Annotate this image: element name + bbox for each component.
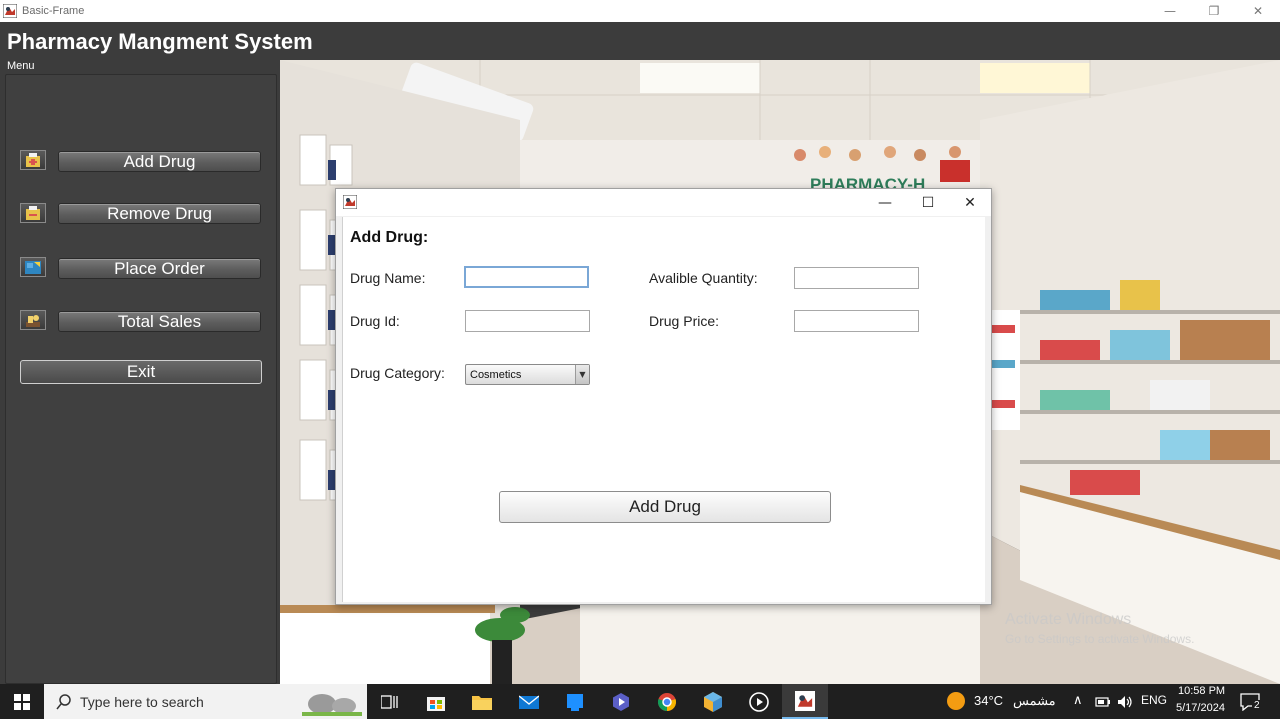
cube-icon xyxy=(704,691,722,712)
menu-label: Menu xyxy=(7,60,35,72)
java-app-icon xyxy=(795,690,815,711)
drug-category-value: Cosmetics xyxy=(470,368,522,381)
app-header: Pharmacy Mangment System xyxy=(0,22,1280,60)
notification-count-badge: 2 xyxy=(1252,700,1262,711)
remove-drug-icon[interactable] xyxy=(20,203,46,223)
microsoft-store-button[interactable] xyxy=(413,684,459,719)
dialog-close-button[interactable]: ✕ xyxy=(948,189,992,216)
drug-price-label: Drug Price: xyxy=(649,313,720,329)
dialog-heading: Add Drug: xyxy=(350,229,429,246)
drug-id-label: Drug Id: xyxy=(350,313,400,329)
place-order-icon[interactable] xyxy=(20,257,46,277)
windows-start-button[interactable] xyxy=(0,684,44,719)
battery-icon[interactable] xyxy=(1095,695,1111,709)
minimize-button[interactable]: — xyxy=(1148,0,1192,22)
language-indicator[interactable]: ENG xyxy=(1141,693,1167,707)
dialog-minimize-button[interactable]: — xyxy=(863,189,907,216)
chevron-down-icon[interactable]: ▼ xyxy=(575,365,589,384)
add-drug-submit-button[interactable]: Add Drug xyxy=(499,491,831,523)
drug-category-label: Drug Category: xyxy=(350,365,445,381)
play-hexagon-icon xyxy=(613,692,629,711)
java-app-icon xyxy=(343,195,357,209)
drug-name-label: Drug Name: xyxy=(350,270,426,286)
file-explorer-button[interactable] xyxy=(459,684,505,719)
app-title: Pharmacy Mangment System xyxy=(7,29,313,54)
task-view-icon xyxy=(381,694,398,709)
search-icon xyxy=(56,693,71,709)
media-player-button[interactable] xyxy=(736,684,782,719)
chrome-button[interactable] xyxy=(644,684,690,719)
available-quantity-label: Avalible Quantity: xyxy=(649,270,758,286)
sidebar-menu: Add Drug Remove Drug Place Order Total S… xyxy=(5,74,277,684)
sidebar-add-drug-button[interactable]: Add Drug xyxy=(58,151,261,172)
task-view-button[interactable] xyxy=(367,684,413,719)
windows-logo-icon xyxy=(14,693,30,710)
weather-condition[interactable]: مشمس xyxy=(1013,693,1056,709)
3d-app-button[interactable] xyxy=(690,684,736,719)
chevron-up-icon[interactable]: ∧ xyxy=(1073,692,1083,708)
sidebar-total-sales-button[interactable]: Total Sales xyxy=(58,311,261,332)
taskbar: Type here to search 34°C مشمس ∧ ENG 10:5… xyxy=(0,684,1280,719)
sun-weather-icon xyxy=(947,692,965,710)
sidebar-place-order-button[interactable]: Place Order xyxy=(58,258,261,279)
exit-button[interactable]: Exit xyxy=(20,360,262,384)
mail-button[interactable] xyxy=(506,684,552,719)
restore-button[interactable]: ❐ xyxy=(1192,0,1236,22)
elephants-search-highlight-icon xyxy=(302,694,362,716)
java-app-taskbar-button[interactable] xyxy=(782,684,828,719)
mail-icon xyxy=(519,694,539,709)
play-circle-icon xyxy=(749,691,769,712)
clock-date[interactable]: 5/17/2024 xyxy=(1176,702,1225,714)
add-drug-dialog: — ☐ ✕ Add Drug: Drug Name: Avalible Quan… xyxy=(335,188,992,605)
drug-id-field[interactable] xyxy=(465,310,590,332)
blue-app-icon xyxy=(567,693,583,711)
drug-category-dropdown[interactable]: Cosmetics ▼ xyxy=(465,364,590,385)
dialog-body: Add Drug: Drug Name: Avalible Quantity: … xyxy=(342,217,985,602)
taskbar-search-box[interactable]: Type here to search xyxy=(44,684,367,719)
add-drug-icon[interactable] xyxy=(20,150,46,170)
watermark-line-1: Activate Windows xyxy=(1005,611,1132,628)
media-app-button[interactable] xyxy=(598,684,644,719)
weather-temperature[interactable]: 34°C xyxy=(974,693,1003,708)
watermark-line-2: Go to Settings to activate Windows. xyxy=(1005,632,1195,646)
folder-icon xyxy=(472,695,492,710)
clock-time[interactable]: 10:58 PM xyxy=(1178,685,1225,697)
sidebar-remove-drug-button[interactable]: Remove Drug xyxy=(58,203,261,224)
activate-windows-watermark: Activate Windows Go to Settings to activ… xyxy=(1005,611,1194,646)
store-icon xyxy=(427,696,445,711)
chrome-icon xyxy=(657,692,677,711)
window-titlebar: Basic-Frame — ❐ ✕ xyxy=(0,0,1280,22)
drug-price-field[interactable] xyxy=(794,310,919,332)
search-placeholder: Type here to search xyxy=(80,693,204,710)
dialog-maximize-button[interactable]: ☐ xyxy=(906,189,950,216)
close-button[interactable]: ✕ xyxy=(1236,0,1280,22)
drug-name-field[interactable] xyxy=(464,266,589,288)
volume-icon[interactable] xyxy=(1117,695,1133,709)
java-app-icon xyxy=(3,4,17,18)
available-quantity-field[interactable] xyxy=(794,267,919,289)
window-title: Basic-Frame xyxy=(22,5,85,17)
total-sales-icon[interactable] xyxy=(20,310,46,330)
dialog-titlebar: — ☐ ✕ xyxy=(336,189,991,216)
notes-app-button[interactable] xyxy=(552,684,598,719)
